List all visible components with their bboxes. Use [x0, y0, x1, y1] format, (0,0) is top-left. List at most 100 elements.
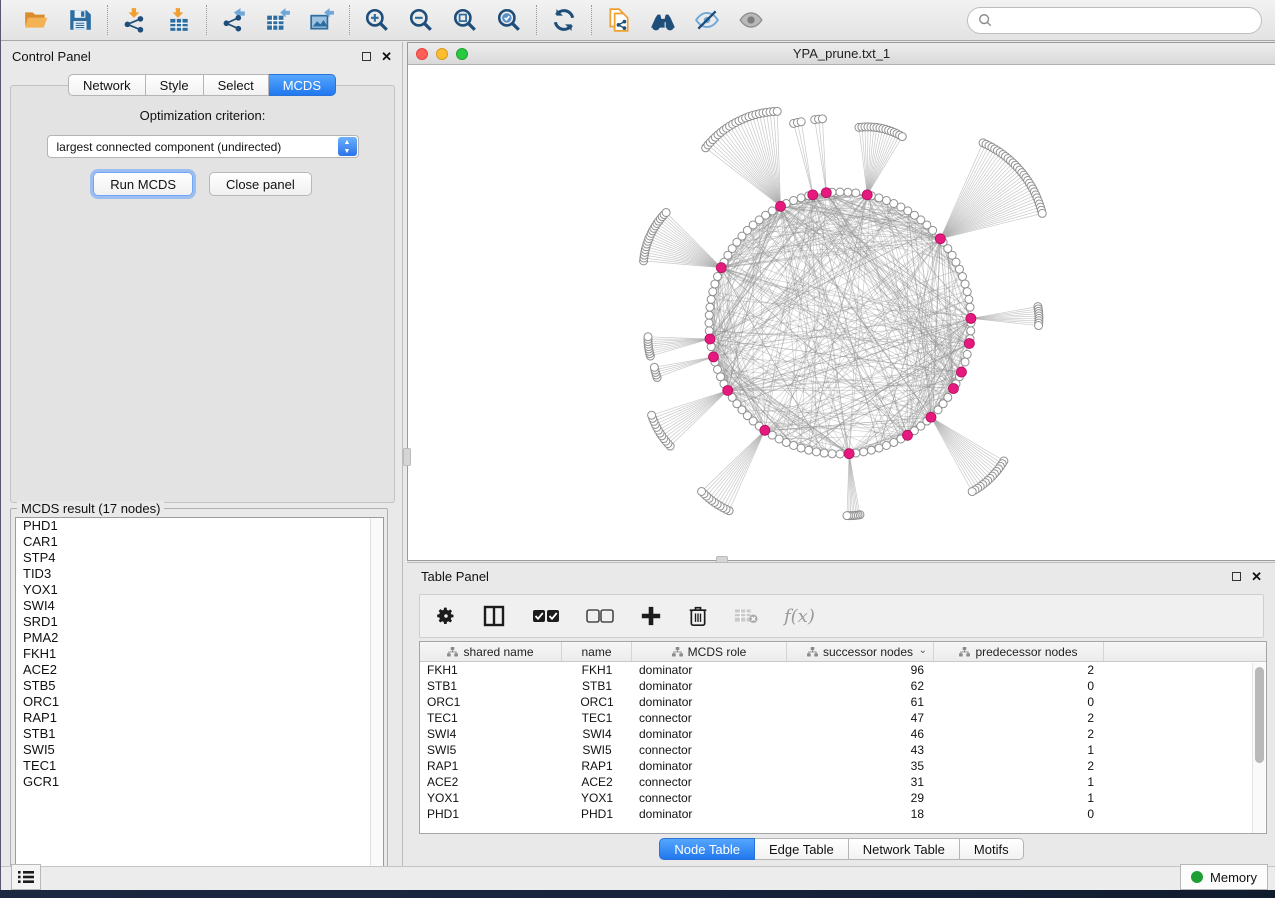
network-node[interactable] — [844, 188, 852, 196]
column-header-predecessor-nodes[interactable]: predecessor nodes — [934, 642, 1104, 661]
table-row[interactable]: FKH1FKH1dominator962 — [420, 662, 1266, 678]
column-header-MCDS-role[interactable]: MCDS role — [632, 642, 787, 661]
mcds-result-item[interactable]: ACE2 — [16, 662, 383, 678]
network-node[interactable] — [890, 438, 898, 446]
tab-edge-table[interactable]: Edge Table — [755, 838, 849, 860]
table-row[interactable]: RAP1RAP1dominator352 — [420, 758, 1266, 774]
network-node[interactable] — [934, 406, 942, 414]
table-settings-button[interactable] — [436, 601, 456, 631]
table-row[interactable]: PHD1PHD1dominator180 — [420, 806, 1266, 822]
column-header-shared-name[interactable]: shared name — [420, 642, 562, 661]
network-node[interactable] — [790, 441, 798, 449]
close-panel-icon[interactable]: ✕ — [381, 50, 392, 63]
zoom-fit-button[interactable] — [450, 5, 480, 35]
mcds-hub-node[interactable] — [760, 425, 770, 435]
tab-style[interactable]: Style — [146, 74, 204, 96]
node-table[interactable]: shared namenameMCDS rolesuccessor nodes⌄… — [419, 641, 1267, 834]
network-node[interactable] — [875, 444, 883, 452]
mcds-result-item[interactable]: STB1 — [16, 726, 383, 742]
mcds-hub-node[interactable] — [808, 190, 818, 200]
mcds-hub-node[interactable] — [935, 234, 945, 244]
show-all-button[interactable] — [736, 5, 766, 35]
mcds-hub-node[interactable] — [776, 201, 786, 211]
hide-selected-button[interactable] — [692, 5, 722, 35]
network-graph[interactable] — [408, 65, 1275, 560]
mcds-result-item[interactable]: TEC1 — [16, 758, 383, 774]
network-node[interactable] — [706, 303, 714, 311]
network-node[interactable] — [812, 448, 820, 456]
export-image-button[interactable] — [307, 5, 337, 35]
network-node[interactable] — [852, 189, 860, 197]
network-node[interactable] — [717, 373, 725, 381]
column-header-name[interactable]: name — [562, 642, 632, 661]
network-node[interactable] — [882, 441, 890, 449]
mcds-hub-node[interactable] — [821, 188, 831, 198]
mcds-hub-node[interactable] — [966, 313, 976, 323]
network-node[interactable] — [707, 295, 715, 303]
mcds-result-item[interactable]: TID3 — [16, 566, 383, 582]
table-row[interactable]: TEC1TEC1connector472 — [420, 710, 1266, 726]
mcds-result-item[interactable]: SRD1 — [16, 614, 383, 630]
mcds-result-item[interactable]: CAR1 — [16, 534, 383, 550]
network-node[interactable] — [958, 273, 966, 281]
mcds-hub-node[interactable] — [705, 334, 715, 344]
splitter-handle[interactable] — [403, 448, 411, 466]
network-node[interactable] — [966, 303, 974, 311]
mcds-result-item[interactable]: PMA2 — [16, 630, 383, 646]
tab-mcds[interactable]: MCDS — [269, 74, 336, 96]
task-history-button[interactable] — [11, 864, 41, 890]
criterion-select[interactable]: largest connected component (undirected)… — [47, 135, 359, 158]
show-column-button[interactable] — [482, 601, 506, 631]
float-panel-icon[interactable] — [1232, 572, 1241, 581]
open-file-button[interactable] — [21, 5, 51, 35]
network-node[interactable] — [711, 280, 719, 288]
mcds-hub-node[interactable] — [844, 449, 854, 459]
mcds-result-item[interactable]: PHD1 — [16, 518, 383, 534]
tab-select[interactable]: Select — [204, 74, 269, 96]
mcds-hub-node[interactable] — [956, 367, 966, 377]
export-table-button[interactable] — [263, 5, 293, 35]
network-node[interactable] — [963, 350, 971, 358]
network-node[interactable] — [836, 188, 844, 196]
refresh-layout-button[interactable] — [549, 5, 579, 35]
network-node[interactable] — [805, 446, 813, 454]
search-input[interactable] — [998, 13, 1251, 28]
network-node[interactable] — [929, 226, 937, 234]
mcds-result-item[interactable]: SWI5 — [16, 742, 383, 758]
memory-button[interactable]: Memory — [1180, 864, 1268, 890]
network-node[interactable] — [963, 288, 971, 296]
export-network-button[interactable] — [219, 5, 249, 35]
network-node[interactable] — [961, 280, 969, 288]
network-node[interactable] — [867, 446, 875, 454]
search-box[interactable] — [967, 7, 1262, 34]
network-node[interactable] — [828, 450, 836, 458]
table-scrollbar[interactable] — [1252, 663, 1265, 834]
mcds-result-item[interactable]: SWI4 — [16, 598, 383, 614]
network-node[interactable] — [714, 273, 722, 281]
network-node[interactable] — [705, 311, 713, 319]
first-neighbors-button[interactable] — [648, 5, 678, 35]
mcds-result-item[interactable]: STB5 — [16, 678, 383, 694]
network-node[interactable] — [709, 288, 717, 296]
network-node[interactable] — [967, 327, 975, 335]
table-row[interactable]: SWI4SWI4dominator462 — [420, 726, 1266, 742]
mcds-hub-node[interactable] — [708, 352, 718, 362]
mcds-result-item[interactable]: RAP1 — [16, 710, 383, 726]
select-all-button[interactable] — [532, 601, 560, 631]
mcds-result-list[interactable]: PHD1CAR1STP4TID3YOX1SWI4SRD1PMA2FKH1ACE2… — [15, 517, 384, 875]
network-node[interactable] — [790, 197, 798, 205]
network-node[interactable] — [965, 295, 973, 303]
close-panel-icon[interactable]: ✕ — [1251, 570, 1262, 583]
mcds-hub-node[interactable] — [862, 190, 872, 200]
network-node[interactable] — [961, 358, 969, 366]
network-node[interactable] — [797, 444, 805, 452]
mcds-result-item[interactable]: ORC1 — [16, 694, 383, 710]
close-panel-button[interactable]: Close panel — [209, 172, 312, 196]
mcds-hub-node[interactable] — [948, 384, 958, 394]
column-header-successor-nodes[interactable]: successor nodes⌄ — [787, 642, 934, 661]
network-node[interactable] — [955, 265, 963, 273]
new-network-from-selection-button[interactable] — [604, 5, 634, 35]
table-row[interactable]: ACE2ACE2connector311 — [420, 774, 1266, 790]
network-node[interactable] — [714, 365, 722, 373]
mcds-hub-node[interactable] — [926, 412, 936, 422]
